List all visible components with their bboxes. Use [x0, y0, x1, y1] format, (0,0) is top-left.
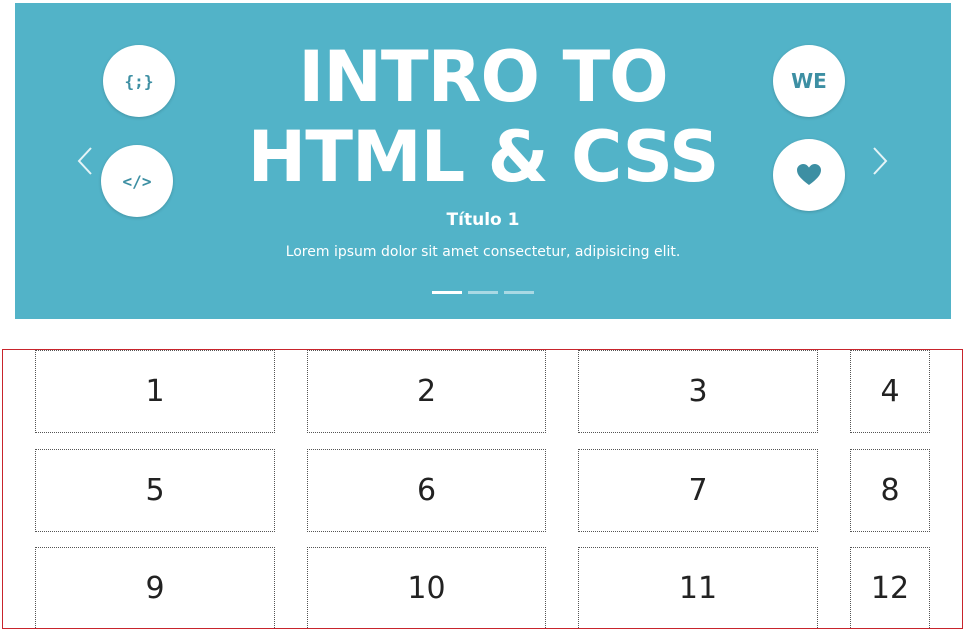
grid-cell: 9: [35, 547, 275, 628]
slide-caption-text: Lorem ipsum dolor sit amet consectetur, …: [285, 244, 681, 260]
carousel-indicator-3[interactable]: [504, 291, 534, 294]
carousel-slide-image: {;} </> WE INTRO TO HTML & CSS: [15, 3, 951, 319]
grid-cell: 11: [578, 547, 818, 628]
carousel-prev-button[interactable]: [65, 131, 105, 191]
grid-cell: 12: [850, 547, 930, 628]
grid-cell: 10: [307, 547, 546, 628]
grid-cell: 6: [307, 449, 546, 532]
headline-line-2: HTML & CSS: [247, 116, 720, 198]
slide-caption-title: Título 1: [446, 210, 520, 230]
grid-cell: 8: [850, 449, 930, 532]
grid-cell: 3: [578, 350, 818, 433]
grid-cell: 7: [578, 449, 818, 532]
grid-container: 1 2 3 4 5 6 7 8 9 10 11 12: [2, 349, 963, 629]
carousel-indicator-1[interactable]: [432, 291, 462, 294]
image-carousel: {;} </> WE INTRO TO HTML & CSS Título 1 …: [15, 3, 951, 319]
slide-headline: INTRO TO HTML & CSS: [155, 37, 811, 197]
grid-cell: 4: [850, 350, 930, 433]
grid-cell: 1: [35, 350, 275, 433]
carousel-indicators: [432, 291, 534, 294]
grid-cell: 5: [35, 449, 275, 532]
carousel-next-button[interactable]: [860, 131, 900, 191]
grid-cell: 2: [307, 350, 546, 433]
headline-line-1: INTRO TO: [298, 36, 668, 118]
chevron-right-icon: [873, 147, 888, 175]
carousel-indicator-2[interactable]: [468, 291, 498, 294]
chevron-left-icon: [77, 147, 92, 175]
